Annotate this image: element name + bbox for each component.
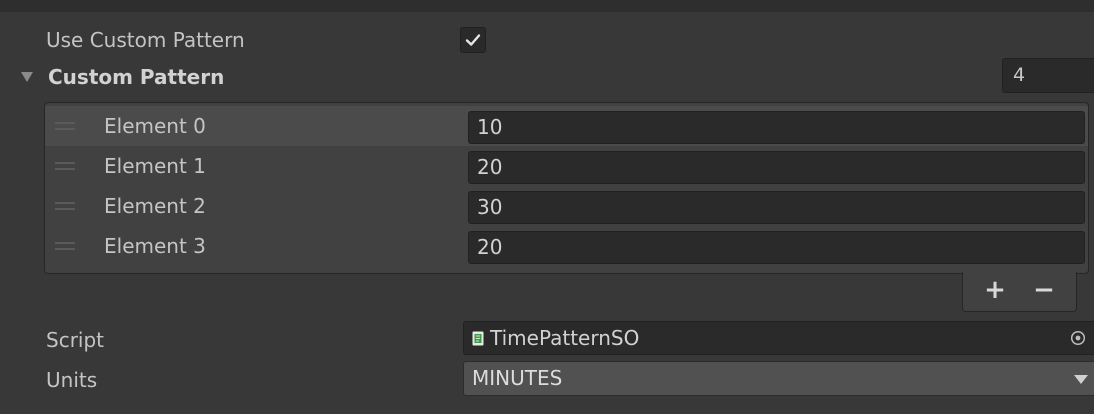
- element-label: Element 2: [104, 194, 206, 218]
- element-value-field[interactable]: 10: [468, 111, 1085, 144]
- add-element-button[interactable]: +: [977, 276, 1013, 306]
- list-footer: + −: [962, 272, 1077, 312]
- script-label: Script: [46, 328, 105, 352]
- element-value-field[interactable]: 20: [468, 231, 1085, 264]
- list-size-field[interactable]: 4: [1002, 58, 1094, 93]
- element-label: Element 0: [104, 114, 206, 138]
- element-value-field[interactable]: 20: [468, 151, 1085, 184]
- units-selected-value: MINUTES: [472, 366, 563, 390]
- drag-handle-icon[interactable]: [55, 242, 75, 250]
- foldout-expanded-icon[interactable]: [20, 70, 34, 84]
- custom-pattern-foldout-title[interactable]: Custom Pattern: [48, 65, 224, 89]
- list-item[interactable]: Element 1 20: [45, 146, 1088, 186]
- drag-handle-icon[interactable]: [55, 162, 75, 170]
- element-label: Element 3: [104, 234, 206, 258]
- top-divider: [0, 0, 1094, 12]
- units-label: Units: [46, 368, 98, 392]
- drag-handle-icon[interactable]: [55, 202, 75, 210]
- list-item[interactable]: Element 3 20: [45, 226, 1088, 266]
- dropdown-arrow-icon: [1074, 375, 1088, 384]
- use-custom-pattern-label: Use Custom Pattern: [46, 28, 245, 52]
- script-file-icon: [472, 331, 484, 346]
- use-custom-pattern-checkbox[interactable]: [460, 27, 486, 53]
- element-label: Element 1: [104, 154, 206, 178]
- script-object-name: TimePatternSO: [490, 326, 640, 350]
- element-value-field[interactable]: 30: [468, 191, 1085, 224]
- object-picker-icon[interactable]: [1070, 330, 1086, 346]
- script-object-field[interactable]: TimePatternSO: [463, 321, 1094, 355]
- drag-handle-icon[interactable]: [55, 122, 75, 130]
- inspector-panel: Use Custom Pattern Custom Pattern 4 Elem…: [0, 0, 1094, 414]
- units-dropdown[interactable]: MINUTES: [463, 361, 1094, 396]
- remove-element-button[interactable]: −: [1026, 276, 1062, 306]
- checkmark-icon: [465, 34, 481, 46]
- list-item[interactable]: Element 2 30: [45, 186, 1088, 226]
- list-item[interactable]: Element 0 10: [45, 106, 1088, 146]
